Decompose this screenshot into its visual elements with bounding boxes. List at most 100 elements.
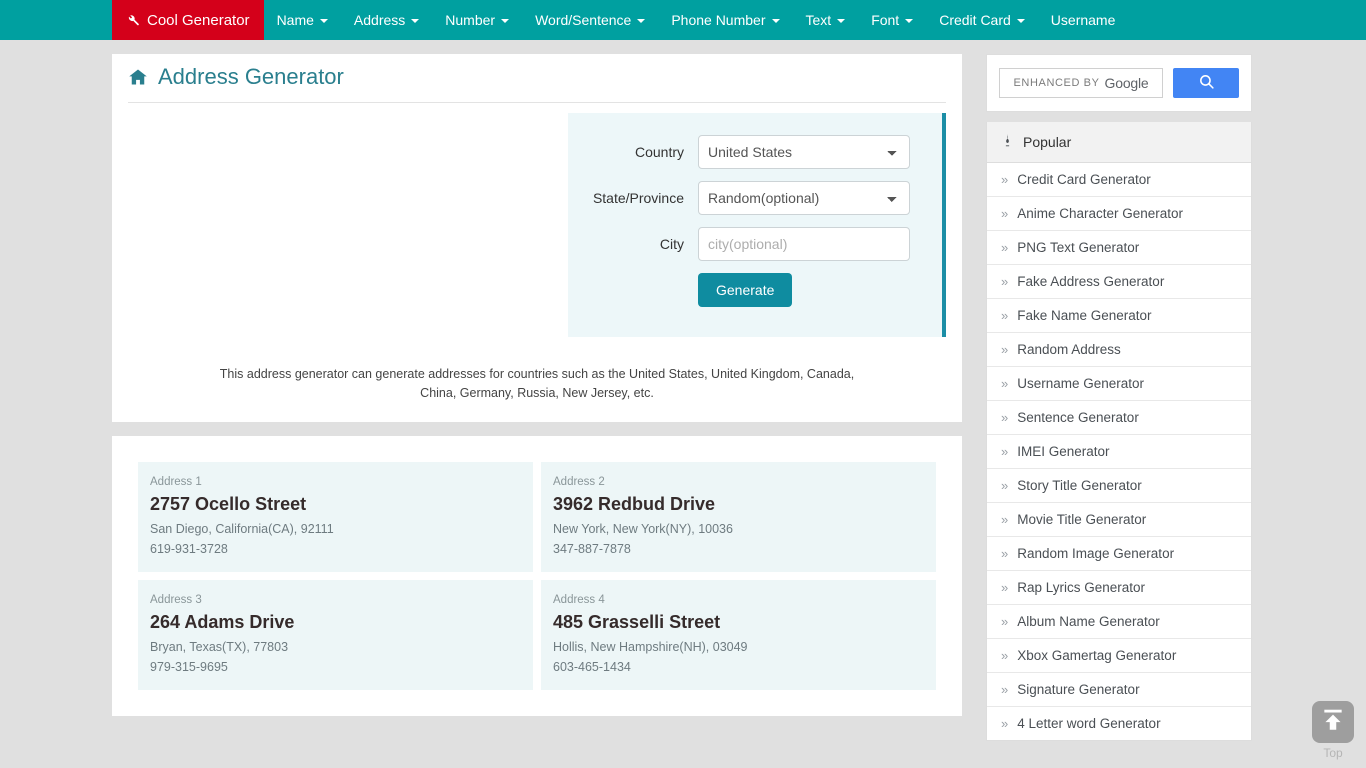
sidebar-item-4-letter-word-generator[interactable]: » 4 Letter word Generator xyxy=(987,706,1251,740)
sidebar-item-movie-title-generator[interactable]: » Movie Title Generator xyxy=(987,502,1251,536)
chevron-down-icon xyxy=(411,19,420,23)
nav-item-name[interactable]: Name xyxy=(264,0,341,40)
search-button[interactable] xyxy=(1173,68,1239,98)
sidebar-item-anime-character-generator[interactable]: » Anime Character Generator xyxy=(987,196,1251,230)
wrench-icon xyxy=(126,13,140,27)
sidebar-item-rap-lyrics-generator[interactable]: » Rap Lyrics Generator xyxy=(987,570,1251,604)
double-chevron-icon: » xyxy=(1001,682,1009,697)
sidebar-item-png-text-generator[interactable]: » PNG Text Generator xyxy=(987,230,1251,264)
address-phone: 619-931-3728 xyxy=(150,541,228,556)
address-locality: Hollis, New Hampshire(NH), 03049 xyxy=(553,639,748,654)
form-row-submit: Generate xyxy=(568,273,942,307)
state-select[interactable]: Random(optional) xyxy=(698,181,910,215)
address-street: 2757 Ocello Street xyxy=(150,493,307,514)
sidebar-item-credit-card-generator[interactable]: » Credit Card Generator xyxy=(987,163,1251,196)
nav-item-credit-card[interactable]: Credit Card xyxy=(926,0,1038,40)
sidebar-item-signature-generator[interactable]: » Signature Generator xyxy=(987,672,1251,706)
address-locality: New York, New York(NY), 10036 xyxy=(553,521,733,536)
state-label: State/Province xyxy=(592,190,684,206)
double-chevron-icon: » xyxy=(1001,342,1009,357)
address-form: Country United States State/Province Ran… xyxy=(568,113,946,337)
address-phone: 347-887-7878 xyxy=(553,541,631,556)
form-spacer xyxy=(568,273,698,307)
sidebar-item-label: Fake Address Generator xyxy=(1017,274,1165,289)
city-input[interactable] xyxy=(698,227,910,261)
results-grid: Address 1 2757 Ocello Street San Diego, … xyxy=(138,461,936,690)
double-chevron-icon: » xyxy=(1001,206,1009,221)
address-index: Address 3 xyxy=(150,593,202,606)
double-chevron-icon: » xyxy=(1001,172,1009,187)
double-chevron-icon: » xyxy=(1001,410,1009,425)
sidebar-item-sentence-generator[interactable]: » Sentence Generator xyxy=(987,400,1251,434)
double-chevron-icon: » xyxy=(1001,444,1009,459)
address-locality: Bryan, Texas(TX), 77803 xyxy=(150,639,289,654)
nav-label: Name xyxy=(276,12,314,28)
form-row-country: Country United States xyxy=(568,135,942,169)
double-chevron-icon: » xyxy=(1001,648,1009,663)
nav-label: Font xyxy=(871,12,900,28)
sidebar-item-label: Rap Lyrics Generator xyxy=(1017,580,1146,595)
double-chevron-icon: » xyxy=(1001,274,1009,289)
sidebar-item-random-address[interactable]: » Random Address xyxy=(987,332,1251,366)
sidebar-item-label: Movie Title Generator xyxy=(1017,512,1147,527)
search-icon xyxy=(1198,73,1215,93)
nav-item-username[interactable]: Username xyxy=(1038,0,1129,40)
double-chevron-icon: » xyxy=(1001,546,1009,561)
double-chevron-icon: » xyxy=(1001,512,1009,527)
sidebar-item-fake-address-generator[interactable]: » Fake Address Generator xyxy=(987,264,1251,298)
address-street: 264 Adams Drive xyxy=(150,611,295,632)
sidebar-item-label: Username Generator xyxy=(1017,376,1145,391)
sidebar-item-story-title-generator[interactable]: » Story Title Generator xyxy=(987,468,1251,502)
double-chevron-icon: » xyxy=(1001,614,1009,629)
double-chevron-icon: » xyxy=(1001,240,1009,255)
nav-label: Word/Sentence xyxy=(535,12,632,28)
nav-item-word-sentence[interactable]: Word/Sentence xyxy=(522,0,658,40)
chevron-down-icon xyxy=(637,19,646,23)
chevron-down-icon xyxy=(905,19,914,23)
search-input[interactable]: ENHANCED BY Google xyxy=(999,68,1163,98)
sidebar-item-label: Album Name Generator xyxy=(1017,614,1160,629)
sidebar-item-random-image-generator[interactable]: » Random Image Generator xyxy=(987,536,1251,570)
double-chevron-icon: » xyxy=(1001,580,1009,595)
main-navbar: Cool Generator Name Address Number Word/… xyxy=(0,0,1366,40)
address-card[interactable]: Address 2 3962 Redbud Drive New York, Ne… xyxy=(541,461,936,572)
address-locality: San Diego, California(CA), 92111 xyxy=(150,521,334,536)
scroll-to-top[interactable]: Top xyxy=(1310,701,1356,760)
popular-list: » Credit Card Generator » Anime Characte… xyxy=(986,163,1252,741)
sidebar-item-imei-generator[interactable]: » IMEI Generator xyxy=(987,434,1251,468)
sidebar-item-label: Anime Character Generator xyxy=(1017,206,1184,221)
page-title: Address Generator xyxy=(158,64,344,89)
sidebar-item-username-generator[interactable]: » Username Generator xyxy=(987,366,1251,400)
search-widget: ENHANCED BY Google xyxy=(986,54,1252,112)
sidebar-item-label: 4 Letter word Generator xyxy=(1017,716,1161,731)
brand-cool-generator[interactable]: Cool Generator xyxy=(112,0,264,40)
sidebar-item-xbox-gamertag-generator[interactable]: » Xbox Gamertag Generator xyxy=(987,638,1251,672)
nav-label: Text xyxy=(805,12,832,28)
nav-item-phone-number[interactable]: Phone Number xyxy=(658,0,792,40)
nav-item-number[interactable]: Number xyxy=(432,0,522,40)
sidebar-item-album-name-generator[interactable]: » Album Name Generator xyxy=(987,604,1251,638)
sidebar-item-fake-name-generator[interactable]: » Fake Name Generator xyxy=(987,298,1251,332)
search-enhanced-label: ENHANCED BY xyxy=(1013,77,1100,89)
country-select[interactable]: United States xyxy=(698,135,910,169)
generate-button[interactable]: Generate xyxy=(698,273,793,307)
popular-heading-label: Popular xyxy=(1023,134,1072,150)
address-card[interactable]: Address 3 264 Adams Drive Bryan, Texas(T… xyxy=(138,579,533,690)
nav-item-address[interactable]: Address xyxy=(341,0,432,40)
address-card[interactable]: Address 4 485 Grasselli Street Hollis, N… xyxy=(541,579,936,690)
scroll-to-top-button[interactable] xyxy=(1312,701,1354,743)
generator-panel: Address Generator Country United States … xyxy=(112,54,962,422)
sidebar-item-label: PNG Text Generator xyxy=(1017,240,1140,255)
nav-label: Username xyxy=(1050,12,1116,28)
flame-icon xyxy=(1001,133,1014,151)
panel-header: Address Generator xyxy=(128,54,946,103)
chevron-down-icon xyxy=(319,19,328,23)
nav-item-font[interactable]: Font xyxy=(858,0,926,40)
double-chevron-icon: » xyxy=(1001,376,1009,391)
address-street: 3962 Redbud Drive xyxy=(553,493,716,514)
nav-label: Number xyxy=(445,12,496,28)
form-row-city: City xyxy=(568,227,942,261)
country-label: Country xyxy=(634,144,684,160)
nav-item-text[interactable]: Text xyxy=(793,0,859,40)
address-card[interactable]: Address 1 2757 Ocello Street San Diego, … xyxy=(138,461,533,572)
